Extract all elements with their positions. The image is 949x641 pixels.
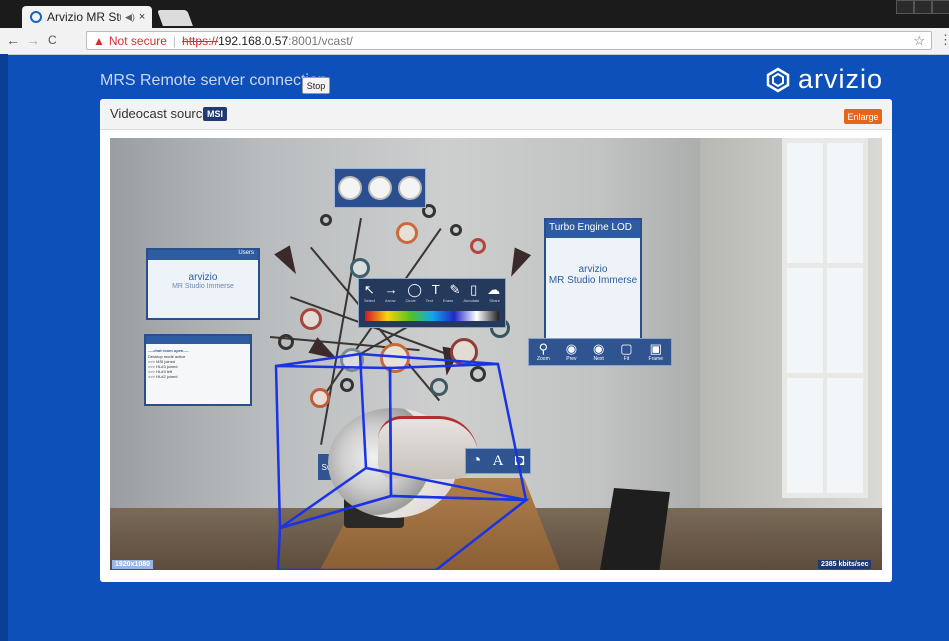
video-stream[interactable]: Users arvizio MR Studio Immerse Turbo En… [110,138,882,570]
security-label[interactable]: Not secure [109,34,167,48]
new-tab-button[interactable] [157,10,193,26]
address-bar-area: ← → C ▲ Not secure | https:// 192.168.0.… [0,28,949,55]
bookmark-star-icon[interactable]: ☆ [913,33,925,49]
bounding-box-wireframe [274,352,530,570]
url-path: :8001/vcast/ [288,33,353,48]
minimize-window-icon[interactable] [896,0,914,14]
close-window-icon[interactable] [932,0,949,14]
browser-tab-strip: Arvizio MR Studi ◀) × [0,0,949,28]
url-host: 192.168.0.57 [218,33,289,48]
close-tab-icon[interactable]: × [139,11,145,23]
brand-name: arvizio [798,64,884,94]
arvizio-logo-icon [766,67,790,92]
warning-triangle-icon: ▲ [93,33,105,48]
audio-icon[interactable]: ◀) [125,12,135,23]
bitrate-badge: 2385 kbits/sec [818,560,872,569]
back-arrow-icon[interactable]: ← [6,32,20,48]
maximize-window-icon[interactable] [914,0,932,14]
page-title: MRS Remote server connection [100,72,327,89]
url-separator: | [172,33,177,48]
arvizio-favicon-icon [30,11,42,23]
browser-tab[interactable]: Arvizio MR Studi ◀) × [22,6,152,28]
stop-button[interactable]: Stop [302,77,330,94]
arvizio-logo: arvizio [764,64,883,95]
videocast-source-label: Videocast source: [110,106,214,121]
forward-arrow-icon[interactable]: → [26,32,40,48]
source-badge: MSI [203,107,228,121]
panel-header: Videocast source: MSI Enlarge [100,99,892,130]
resolution-badge: 1920x1080 [112,560,154,569]
reload-icon[interactable]: C [48,33,57,47]
tab-title: Arvizio MR Studi [47,10,121,24]
enlarge-button[interactable]: Enlarge [844,109,882,124]
url-scheme: https:// [182,33,219,48]
browser-menu-icon[interactable]: ⋮ [939,32,949,48]
left-edge-strip [0,54,8,641]
url-field[interactable]: ▲ Not secure | https:// 192.168.0.57 :80… [86,31,932,50]
